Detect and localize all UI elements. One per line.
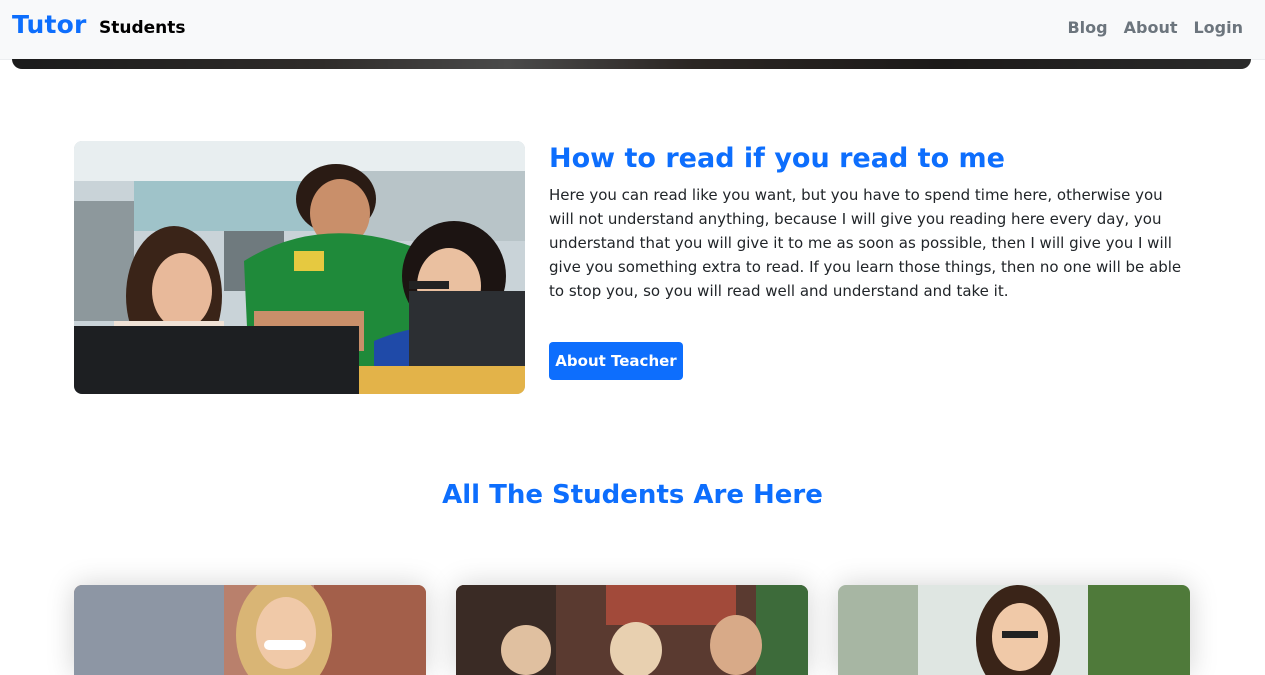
student-photo-2 <box>456 585 808 675</box>
students-section-title: All The Students Are Here <box>442 480 823 510</box>
nav-link-login[interactable]: Login <box>1193 18 1243 37</box>
about-description: Here you can read like you want, but you… <box>549 186 1182 300</box>
student-photo-3 <box>838 585 1190 675</box>
nav-right-links: Blog About Login <box>1067 18 1243 37</box>
classroom-photo <box>74 141 525 394</box>
navbar: Tutor Students Blog About Login <box>0 0 1265 60</box>
about-teacher-button[interactable]: About Teacher <box>549 342 683 380</box>
nav-link-students[interactable]: Students <box>99 18 186 38</box>
nav-link-blog[interactable]: Blog <box>1067 18 1107 37</box>
nav-link-about[interactable]: About <box>1124 18 1178 37</box>
student-card-1[interactable] <box>74 585 426 675</box>
student-card-2[interactable] <box>456 585 808 675</box>
hero-image-bottom <box>12 59 1251 69</box>
about-title: How to read if you read to me <box>549 143 1005 174</box>
student-photo-1 <box>74 585 426 675</box>
student-card-3[interactable] <box>838 585 1190 675</box>
brand-logo[interactable]: Tutor <box>12 10 87 39</box>
